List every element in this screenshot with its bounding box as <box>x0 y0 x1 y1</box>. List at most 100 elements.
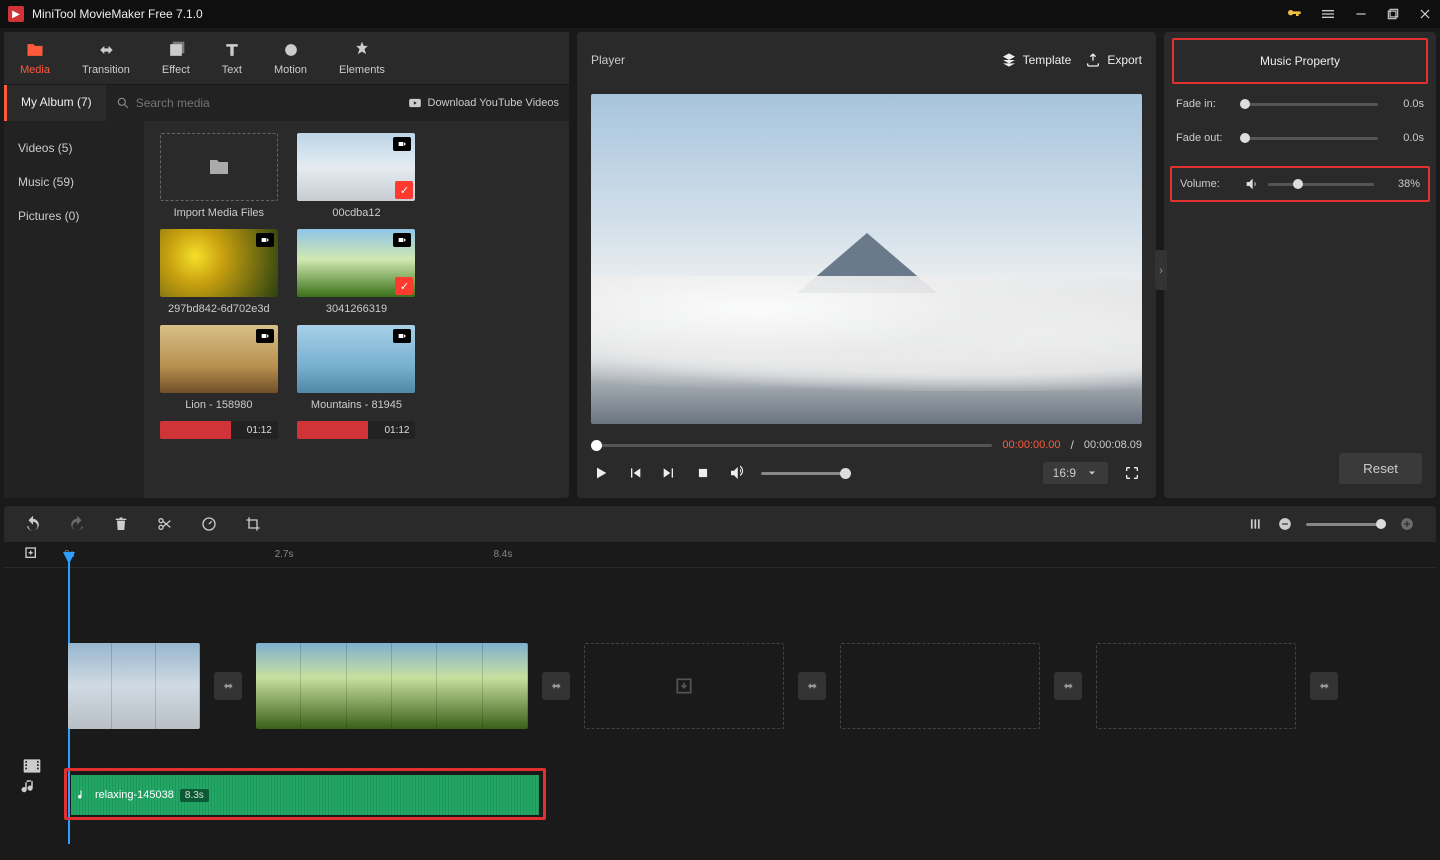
empty-clip-slot[interactable] <box>840 643 1040 729</box>
transition-slot[interactable] <box>214 672 242 700</box>
split-button[interactable] <box>156 515 174 533</box>
undo-button[interactable] <box>24 515 42 533</box>
maximize-icon[interactable] <box>1386 7 1400 21</box>
media-item[interactable]: ✓ 00cdba12 <box>294 133 420 219</box>
timeline-toolbar <box>4 506 1436 542</box>
tab-text[interactable]: Text <box>206 32 258 84</box>
close-icon[interactable] <box>1418 7 1432 21</box>
ruler-mark: 2.7s <box>275 549 294 560</box>
export-label: Export <box>1107 53 1142 67</box>
tab-media[interactable]: Media <box>4 32 66 84</box>
album-tab-myalbum[interactable]: My Album (7) <box>4 85 106 121</box>
speaker-icon[interactable] <box>1244 176 1260 192</box>
search-input[interactable] <box>136 96 398 110</box>
volume-value: 38% <box>1382 178 1420 190</box>
delete-button[interactable] <box>112 515 130 533</box>
folder-icon <box>207 155 231 179</box>
add-track-button[interactable] <box>24 546 40 562</box>
empty-clip-slot[interactable] <box>584 643 784 729</box>
media-item[interactable]: Lion - 158980 <box>156 325 282 411</box>
snap-button[interactable] <box>1246 515 1264 533</box>
fade-out-row: Fade out: 0.0s <box>1176 132 1424 144</box>
media-item[interactable]: ✓ 3041266319 <box>294 229 420 315</box>
volume-row: Volume: 38% <box>1170 166 1430 202</box>
media-label: Mountains - 81945 <box>311 399 402 411</box>
video-clip[interactable] <box>68 643 200 729</box>
media-item[interactable]: Mountains - 81945 <box>294 325 420 411</box>
fade-out-slider[interactable] <box>1240 137 1378 140</box>
zoom-in-button[interactable] <box>1398 515 1416 533</box>
template-button[interactable]: Template <box>1001 52 1072 68</box>
menu-icon[interactable] <box>1320 6 1336 22</box>
tab-label: Motion <box>274 64 307 76</box>
video-badge-icon <box>393 233 411 247</box>
app-title: MiniTool MovieMaker Free 7.1.0 <box>32 7 1286 21</box>
titlebar: ▶ MiniTool MovieMaker Free 7.1.0 <box>0 0 1440 28</box>
media-label: 00cdba12 <box>332 207 380 219</box>
download-youtube-button[interactable]: Download YouTube Videos <box>408 85 570 121</box>
audio-clip-duration: 8.3s <box>180 789 209 802</box>
next-frame-button[interactable] <box>659 463 679 483</box>
volume-icon[interactable] <box>727 463 747 483</box>
video-track[interactable] <box>68 642 1426 730</box>
tab-motion[interactable]: Motion <box>258 32 323 84</box>
chevron-down-icon <box>1086 467 1098 479</box>
media-grid: Import Media Files ✓ 00cdba12 297bd842-6… <box>144 121 569 498</box>
transition-slot[interactable] <box>1310 672 1338 700</box>
video-badge-icon <box>393 329 411 343</box>
audio-track: relaxing-145038 8.3s <box>64 768 546 820</box>
search-icon <box>116 96 130 110</box>
zoom-slider[interactable] <box>1306 523 1386 526</box>
sidebar-item-pictures[interactable]: Pictures (0) <box>4 199 144 233</box>
tab-effect[interactable]: Effect <box>146 32 206 84</box>
audio-clip[interactable]: relaxing-145038 8.3s <box>71 775 539 815</box>
speed-button[interactable] <box>200 515 218 533</box>
template-icon <box>1001 52 1017 68</box>
crop-button[interactable] <box>244 515 262 533</box>
sidebar-item-videos[interactable]: Videos (5) <box>4 131 144 165</box>
fullscreen-button[interactable] <box>1122 463 1142 483</box>
transition-slot[interactable] <box>798 672 826 700</box>
player-panel: Player Template Export 00:00:00.00 / 00:… <box>577 32 1156 498</box>
sidebar-item-music[interactable]: Music (59) <box>4 165 144 199</box>
tab-transition[interactable]: Transition <box>66 32 146 84</box>
timeline-ruler[interactable]: 0s 2.7s 8.4s <box>4 542 1436 568</box>
transition-slot[interactable] <box>1054 672 1082 700</box>
media-item[interactable]: 297bd842-6d702e3d <box>156 229 282 315</box>
library-tabs: Media Transition Effect Text Motion Elem… <box>4 32 569 85</box>
minimize-icon[interactable] <box>1354 7 1368 21</box>
zoom-out-button[interactable] <box>1276 515 1294 533</box>
download-label: Download YouTube Videos <box>428 97 560 109</box>
video-preview[interactable] <box>591 94 1142 424</box>
media-item[interactable]: 01:12 <box>294 421 420 439</box>
audio-clip-name: relaxing-145038 <box>95 789 174 801</box>
panel-collapse-button[interactable]: › <box>1155 250 1167 290</box>
stop-button[interactable] <box>693 463 713 483</box>
scrubber[interactable] <box>591 444 992 447</box>
music-note-icon <box>77 789 89 801</box>
tab-elements[interactable]: Elements <box>323 32 401 84</box>
prev-frame-button[interactable] <box>625 463 645 483</box>
empty-clip-slot[interactable] <box>1096 643 1296 729</box>
fade-in-slider[interactable] <box>1240 103 1378 106</box>
play-button[interactable] <box>591 463 611 483</box>
fade-in-row: Fade in: 0.0s <box>1176 98 1424 110</box>
transition-slot[interactable] <box>542 672 570 700</box>
import-media-button[interactable]: Import Media Files <box>156 133 282 219</box>
fade-in-label: Fade in: <box>1176 98 1232 110</box>
aspect-ratio-select[interactable]: 16:9 <box>1043 462 1108 484</box>
tab-label: Elements <box>339 64 385 76</box>
media-item[interactable]: 01:12 <box>156 421 282 439</box>
media-label: 3041266319 <box>326 303 387 315</box>
export-button[interactable]: Export <box>1085 52 1142 68</box>
reset-button[interactable]: Reset <box>1339 453 1422 484</box>
audio-track-icon <box>20 778 38 796</box>
template-label: Template <box>1023 53 1072 67</box>
volume-slider-prop[interactable] <box>1268 183 1374 186</box>
redo-button[interactable] <box>68 515 86 533</box>
volume-slider[interactable] <box>761 472 851 475</box>
download-icon <box>408 96 422 110</box>
key-icon[interactable] <box>1286 6 1302 22</box>
app-logo-icon: ▶ <box>8 6 24 22</box>
video-clip[interactable] <box>256 643 528 729</box>
